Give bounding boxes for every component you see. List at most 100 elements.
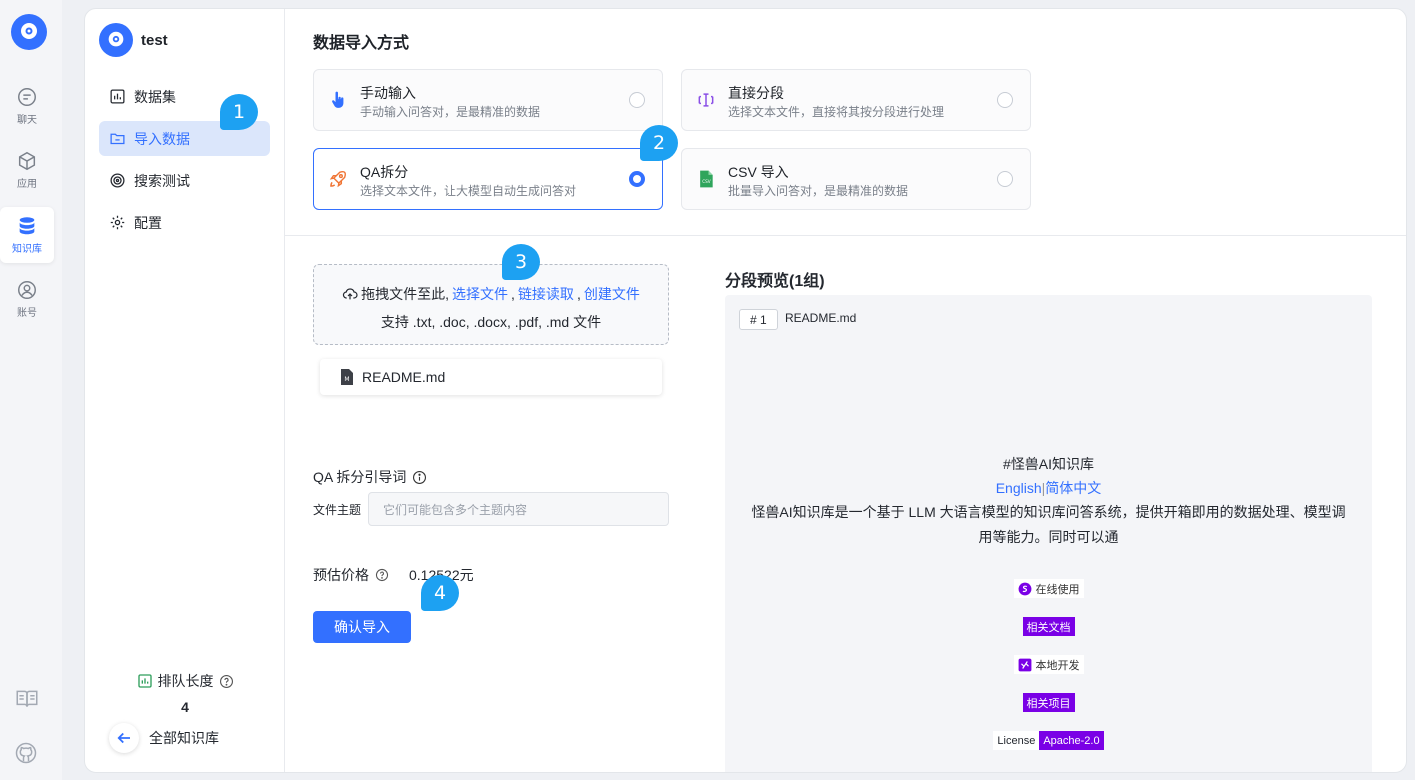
chunk-index: # 1	[739, 309, 778, 330]
text-cursor-icon	[698, 93, 714, 107]
back-label: 全部知识库	[149, 730, 219, 746]
qa-prompt-text: QA 拆分引导词	[313, 469, 407, 485]
dropzone-text: 拖拽文件至此,	[361, 286, 450, 302]
arrow-left-icon	[109, 723, 139, 753]
mode-desc: 选择文本文件，让大模型自动生成问答对	[360, 184, 577, 198]
user-icon	[18, 281, 36, 299]
preview-heading: #怪兽AI知识库	[1002, 456, 1094, 472]
queue-label: 排队长度	[157, 673, 214, 689]
rocket-icon	[329, 171, 346, 188]
license-value: Apache-2.0	[1039, 731, 1104, 750]
chunk-file-name: README.md	[785, 311, 857, 325]
rail-item-knowledge[interactable]: 知识库	[0, 207, 54, 263]
menu-item-label: 配置	[134, 214, 162, 231]
section-title: 数据导入方式	[313, 35, 410, 52]
avatar	[99, 23, 133, 57]
bar-chart-icon	[137, 674, 152, 688]
chat-icon	[18, 88, 36, 106]
mode-manual[interactable]: 手动输入 手动输入问答对，是最精准的数据	[313, 69, 663, 131]
badge-row-docs: 相关文档	[725, 617, 1372, 636]
mode-title: 手动输入	[360, 85, 416, 101]
queue-status: 排队长度 4	[85, 671, 285, 715]
rail-item-apps[interactable]: 应用	[0, 142, 54, 198]
radio-csv[interactable]	[997, 171, 1013, 187]
gear-icon	[110, 215, 125, 230]
markdown-file-icon: M	[341, 369, 353, 385]
back-to-all-button[interactable]: 全部知识库	[109, 723, 219, 753]
badge-label: 在线使用	[1035, 583, 1080, 596]
mode-title: QA拆分	[360, 164, 409, 180]
rail-item-account[interactable]: 账号	[0, 271, 54, 327]
dataset-sidebar: test 数据集 导入数据 搜索测试 配置 排队长度 4 全部知识库	[85, 9, 285, 772]
radio-chunk[interactable]	[997, 92, 1013, 108]
github-icon[interactable]	[14, 741, 40, 767]
main-panel: test 数据集 导入数据 搜索测试 配置 排队长度 4 全部知识库 数据导入方…	[84, 8, 1407, 773]
badge-row-license: License Apache-2.0	[725, 731, 1372, 750]
menu-item-label: 数据集	[134, 88, 176, 105]
badge-license[interactable]: License Apache-2.0	[993, 731, 1104, 750]
radio-manual[interactable]	[629, 92, 645, 108]
badge-label: 本地开发	[1035, 659, 1080, 672]
mode-title: CSV 导入	[728, 164, 789, 180]
callout-1: 1	[220, 94, 258, 130]
uploaded-file-item[interactable]: M README.md	[320, 359, 662, 395]
folder-icon	[110, 133, 125, 145]
qa-prompt-label: QA 拆分引导词	[313, 467, 427, 487]
badge-local[interactable]: 本地开发	[1013, 655, 1084, 674]
badge-projects[interactable]: 相关项目	[1022, 693, 1075, 712]
callout-2: 2	[640, 125, 678, 161]
svg-text:M: M	[344, 376, 349, 383]
callout-3: 3	[502, 244, 540, 280]
callout-4: 4	[421, 575, 459, 611]
section-divider	[285, 235, 1406, 236]
help-icon[interactable]	[375, 568, 389, 582]
mode-csv[interactable]: CSV CSV 导入 批量导入问答对，是最精准的数据	[681, 148, 1031, 210]
mode-chunk[interactable]: 直接分段 选择文本文件，直接将其按分段进行处理	[681, 69, 1031, 131]
csv-file-icon: CSV	[700, 170, 713, 188]
app-rail: 聊天 应用 知识库 账号	[0, 0, 62, 780]
choose-file-link[interactable]: 选择文件	[452, 284, 508, 304]
mode-title: 直接分段	[728, 85, 784, 101]
menu-item-settings[interactable]: 配置	[99, 205, 270, 240]
menu-item-label: 搜索测试	[134, 172, 190, 189]
link-read-link[interactable]: 链接读取	[518, 284, 574, 304]
rail-item-label: 聊天	[17, 115, 37, 126]
lang-chinese-link[interactable]: 简体中文	[1045, 480, 1101, 496]
separator: ,	[511, 286, 515, 302]
info-icon[interactable]	[412, 470, 427, 485]
topic-input[interactable]: 它们可能包含多个主题内容	[368, 492, 669, 526]
rail-item-chat[interactable]: 聊天	[0, 78, 54, 134]
dataset-header: test	[99, 23, 168, 57]
preview-description: 怪兽AI知识库是一个基于 LLM 大语言模型的知识库问答系统，提供开箱即用的数据…	[751, 504, 1346, 545]
topic-label: 文件主题	[313, 503, 362, 517]
mode-desc: 选择文本文件，直接将其按分段进行处理	[728, 105, 945, 119]
app-logo-icon[interactable]	[11, 14, 47, 50]
supported-formats: 支持 .txt, .doc, .docx, .pdf, .md 文件	[380, 314, 602, 330]
svg-text:CSV: CSV	[702, 179, 711, 184]
mode-qa-split[interactable]: QA拆分 选择文本文件，让大模型自动生成问答对	[313, 148, 663, 210]
confirm-import-button[interactable]: 确认导入	[313, 611, 411, 643]
cloud-upload-icon	[343, 288, 358, 300]
online-icon	[1018, 582, 1031, 595]
help-icon[interactable]	[219, 674, 234, 689]
lang-english-link[interactable]: English	[996, 480, 1042, 496]
database-icon	[19, 217, 35, 235]
rail-item-label: 知识库	[12, 244, 42, 255]
cube-icon	[18, 151, 36, 171]
radio-qa-split[interactable]	[629, 171, 645, 187]
menu-item-search-test[interactable]: 搜索测试	[99, 163, 270, 198]
queue-value: 4	[181, 699, 189, 715]
dataset-name: test	[141, 31, 168, 49]
license-key: License	[993, 731, 1040, 750]
target-icon	[110, 173, 125, 188]
chart-icon	[110, 89, 125, 104]
rail-item-label: 账号	[17, 308, 37, 319]
book-icon[interactable]	[14, 686, 40, 712]
create-file-link[interactable]: 创建文件	[584, 284, 640, 304]
rail-item-label: 应用	[17, 179, 37, 190]
badge-docs[interactable]: 相关文档	[1022, 617, 1075, 636]
badge-online[interactable]: 在线使用	[1013, 579, 1084, 598]
file-dropzone[interactable]: 拖拽文件至此, 选择文件, 链接读取, 创建文件 支持 .txt, .doc, …	[313, 264, 669, 345]
chunk-preview: # 1 README.md #怪兽AI知识库 English|简体中文 怪兽AI…	[725, 295, 1372, 772]
language-links: English|简体中文	[745, 476, 1352, 501]
